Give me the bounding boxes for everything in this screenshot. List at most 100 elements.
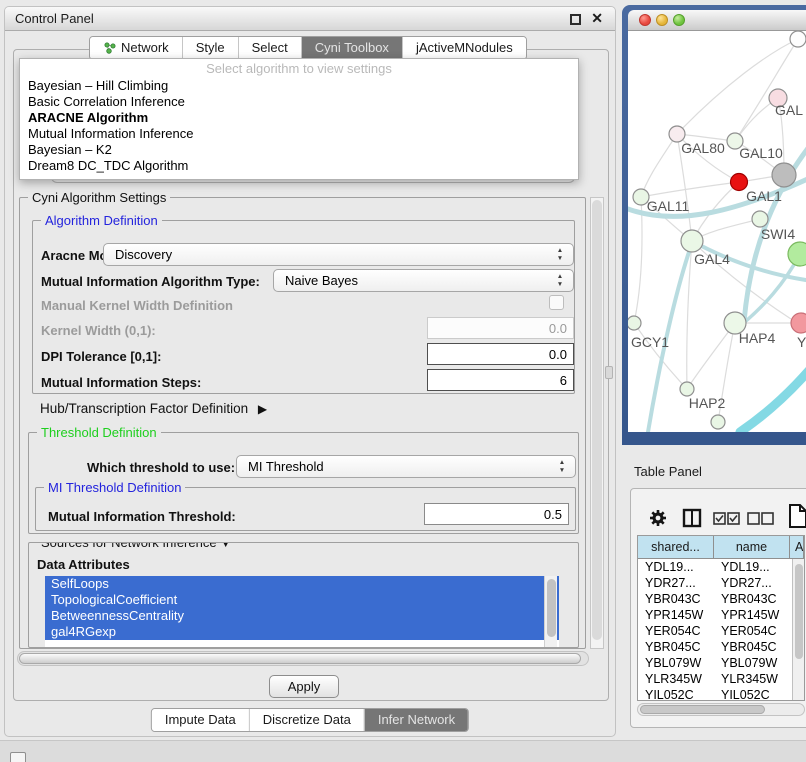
node-gcy1[interactable] (628, 316, 641, 330)
dpi-tolerance-field[interactable] (427, 343, 574, 365)
apply-button[interactable]: Apply (269, 675, 339, 698)
gear-icon[interactable] (647, 507, 669, 529)
settings-vertical-scrollbar[interactable] (590, 197, 604, 649)
combo-stepper-icon: ▲▼ (555, 273, 565, 289)
document-icon[interactable] (787, 503, 806, 529)
table-row[interactable]: YIL052CYIL052C9 (638, 687, 804, 701)
network-tab-icon (103, 42, 116, 54)
node-unlabeled-gray[interactable] (772, 163, 796, 187)
column-header-name[interactable]: name (714, 536, 790, 558)
table-row[interactable]: YPR145WYPR145W9. (638, 607, 804, 623)
node-unlabeled-bottom[interactable] (711, 415, 725, 429)
node-label-gal1: GAL1 (746, 188, 782, 204)
settings-horizontal-scrollbar[interactable] (17, 651, 589, 666)
table-row[interactable]: YDR27...YDR27...12 (638, 575, 804, 591)
node-gal4[interactable] (681, 230, 703, 252)
scrollbar-thumb[interactable] (640, 705, 765, 714)
table-row[interactable]: YLR345WYLR345W9. (638, 671, 804, 687)
scrollbar-thumb[interactable] (795, 564, 803, 659)
float-window-icon[interactable] (570, 14, 581, 25)
node-gal1[interactable] (731, 174, 748, 191)
node-unlabeled-top[interactable] (790, 31, 806, 47)
mi-threshold-field[interactable] (424, 503, 569, 525)
threshold-definition-group: Threshold Definition Which threshold to … (28, 432, 579, 534)
scrollbar-thumb[interactable] (592, 200, 602, 640)
dropdown-item-dream8[interactable]: Dream8 DC_TDC Algorithm (20, 158, 578, 174)
node-label-gcy1: GCY1 (631, 334, 669, 350)
algorithm-definition-title: Algorithm Definition (41, 213, 162, 228)
network-canvas[interactable]: GAL80 GAL10 GAL1 GAL11 SWI4 GAL4 GCY1 HA… (628, 31, 806, 432)
tab-cyni-toolbox[interactable]: Cyni Toolbox (301, 37, 402, 59)
close-traffic-light[interactable] (639, 14, 651, 26)
node-label-gal10: GAL10 (739, 145, 783, 161)
minimize-traffic-light[interactable] (656, 14, 668, 26)
node-y-cut[interactable] (791, 313, 806, 333)
table-vertical-scrollbar[interactable] (792, 559, 804, 701)
tab-jactivemnodules[interactable]: jActiveMNodules (402, 37, 526, 59)
tab-select[interactable]: Select (238, 37, 301, 59)
list-item-selfloops[interactable]: SelfLoops (45, 576, 559, 592)
list-item-gal4rgexp[interactable]: gal4RGexp (45, 624, 559, 640)
tab-network-label: Network (121, 37, 169, 59)
network-window-titlebar[interactable] (628, 10, 806, 31)
data-attributes-label: Data Attributes (37, 557, 130, 572)
list-item-betweennesscentrality[interactable]: BetweennessCentrality (45, 608, 559, 624)
node-label-gal80: GAL80 (681, 140, 725, 156)
algorithm-definition-group: Algorithm Definition Aracne Mode: Discov… (32, 220, 575, 394)
aracne-mode-combo[interactable]: Discovery ▲▼ (103, 243, 574, 266)
table-row[interactable]: YBL079WYBL079W (638, 655, 804, 671)
collapse-down-icon: ▼ (220, 542, 231, 550)
zoom-traffic-light[interactable] (673, 14, 685, 26)
column-header-shared-name[interactable]: shared... (638, 536, 714, 558)
manual-kernel-label: Manual Kernel Width Definition (41, 298, 233, 313)
threshold-definition-title: Threshold Definition (37, 425, 161, 440)
node-label-gal-cut: GAL (775, 102, 803, 118)
list-item-topologicalcoefficient[interactable]: TopologicalCoefficient (45, 592, 559, 608)
collapsed-panel-icon[interactable] (10, 752, 26, 762)
table-row[interactable]: YDL19...YDL19...13 (638, 559, 804, 575)
tab-impute-data[interactable]: Impute Data (152, 709, 249, 731)
mi-steps-field[interactable] (427, 369, 574, 391)
data-attributes-list: SelfLoops TopologicalCoefficient Between… (45, 576, 559, 647)
column-header-partial[interactable]: A (790, 536, 804, 558)
table-row[interactable]: YER054CYER054C8. (638, 623, 804, 639)
node-hap2[interactable] (680, 382, 694, 396)
tab-discretize-data[interactable]: Discretize Data (249, 709, 364, 731)
mi-steps-label: Mutual Information Steps: (41, 375, 201, 390)
manual-kernel-checkbox (549, 295, 564, 310)
node-swi4[interactable] (752, 211, 768, 227)
dpi-tolerance-label: DPI Tolerance [0,1]: (41, 349, 161, 364)
table-horizontal-scrollbar[interactable] (637, 703, 805, 716)
dropdown-item-mutual-information[interactable]: Mutual Information Inference (20, 126, 578, 142)
dropdown-item-bayesian-hill-climbing[interactable]: Bayesian – Hill Climbing (20, 78, 578, 94)
tab-network[interactable]: Network (90, 37, 182, 59)
node-table: shared... name A YDL19...YDL19...13 YDR2… (637, 535, 805, 701)
table-row[interactable]: YBR045CYBR045C9. (638, 639, 804, 655)
columns-icon[interactable] (681, 507, 703, 529)
algorithm-dropdown-popup: Select algorithm to view settings Bayesi… (19, 58, 579, 180)
mi-type-combo[interactable]: Naive Bayes ▲▼ (273, 269, 574, 292)
hub-definition-toggle[interactable]: Hub/Transcription Factor Definition ▶ (40, 401, 267, 416)
close-icon[interactable]: ✕ (591, 10, 603, 27)
dropdown-item-bayesian-k2[interactable]: Bayesian – K2 (20, 142, 578, 158)
tab-infer-network[interactable]: Infer Network (364, 709, 468, 731)
split-pane-handle[interactable] (605, 366, 613, 379)
node-label-swi4: SWI4 (761, 226, 795, 242)
network-graph: GAL80 GAL10 GAL1 GAL11 SWI4 GAL4 GCY1 HA… (628, 31, 806, 432)
which-threshold-combo[interactable]: MI Threshold ▲▼ (236, 455, 576, 478)
scrollbar-thumb[interactable] (547, 579, 556, 637)
tab-style[interactable]: Style (182, 37, 238, 59)
scrollbar-thumb[interactable] (19, 653, 581, 664)
node-unlabeled-bright-green[interactable] (788, 242, 806, 266)
control-panel-window: Control Panel ✕ Network Style Select Cyn… (4, 6, 616, 737)
table-row[interactable]: YBR043CYBR043C (638, 591, 804, 607)
settings-group-title: Cyni Algorithm Settings (28, 190, 170, 205)
sources-group-title[interactable]: Sources for Network Inference ▼ (37, 542, 235, 550)
attributes-list-scrollbar[interactable] (544, 576, 557, 647)
dropdown-item-basic-correlation[interactable]: Basic Correlation Inference (20, 94, 578, 110)
expand-right-icon: ▶ (258, 402, 267, 416)
deselect-all-checkboxes-icon[interactable] (747, 512, 775, 525)
dropdown-item-aracne[interactable]: ARACNE Algorithm (20, 110, 578, 126)
kernel-width-field (427, 317, 574, 339)
select-all-checkboxes-icon[interactable] (713, 512, 741, 525)
